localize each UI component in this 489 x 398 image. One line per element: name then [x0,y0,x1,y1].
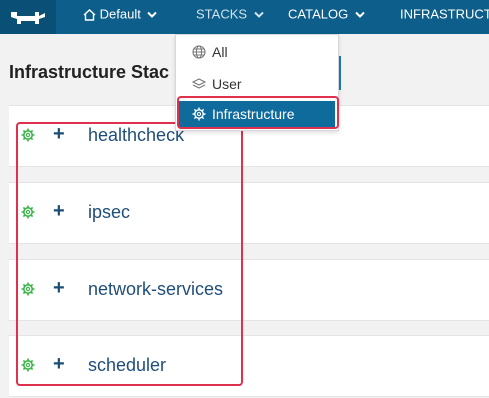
expand-icon[interactable]: + [53,201,65,221]
expand-icon[interactable]: + [53,354,65,374]
gear-icon [21,282,35,296]
home-icon [83,8,96,21]
gear-icon [21,205,35,219]
expand-icon[interactable]: + [53,124,65,144]
rancher-cow-icon [11,12,45,24]
expand-icon[interactable]: + [53,278,65,298]
stack-row-scheduler: + scheduler [9,335,489,397]
stack-name[interactable]: healthcheck [88,125,184,146]
gear-icon [21,128,35,142]
menu-item-all[interactable]: All [176,37,338,67]
stack-name[interactable]: network-services [88,279,223,300]
nav-infrastructure-label: INFRASTRUCTU [400,6,489,22]
chevron-down-icon [355,11,365,18]
gear-icon [21,358,35,372]
nav-stacks[interactable]: STACKS [178,0,268,34]
menu-item-label: All [212,44,228,60]
menu-item-label: Infrastructure [212,106,295,122]
stack-name[interactable]: ipsec [88,202,130,223]
chevron-down-icon [253,11,264,18]
layers-icon [192,78,206,89]
gear-icon [192,107,206,121]
stack-row-network-services: + network-services [9,259,489,321]
menu-item-infrastructure[interactable]: Infrastructure [179,101,335,127]
globe-icon [192,45,206,59]
stack-name[interactable]: scheduler [88,355,166,376]
menu-item-user[interactable]: User [176,69,338,99]
nav-catalog-label: CATALOG [288,6,349,22]
environment-label: Default [99,6,141,22]
menu-item-label: User [212,76,242,92]
top-navigation-bar: Default STACKS CATALOG INFRASTRUCTU [0,0,489,34]
nav-stacks-label: STACKS [196,6,248,22]
stack-row-ipsec: + ipsec [9,182,489,244]
environment-selector[interactable]: Default [80,0,158,34]
page-title: Infrastructure Stac [9,62,170,82]
nav-catalog[interactable]: CATALOG [288,0,365,34]
logo[interactable] [0,0,56,34]
chevron-down-icon [147,11,158,18]
stacks-dropdown-menu: All User Infrastructure [175,34,339,131]
nav-infrastructure[interactable]: INFRASTRUCTU [400,0,489,34]
